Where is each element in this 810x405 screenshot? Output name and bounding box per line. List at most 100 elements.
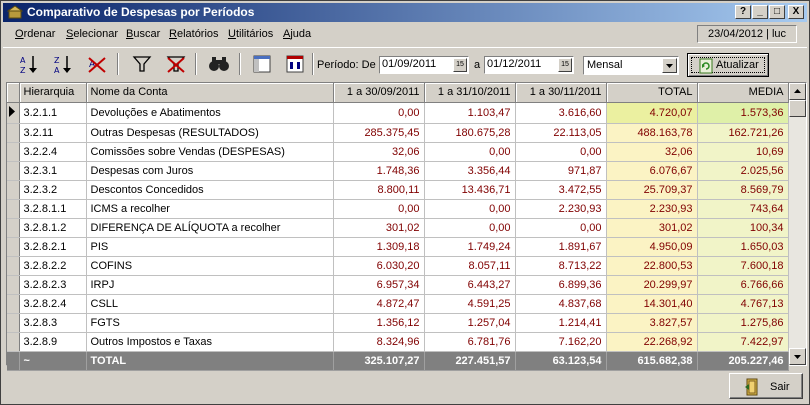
calendar-icon[interactable]: 15 <box>453 58 467 72</box>
exit-button[interactable]: Sair <box>729 373 803 399</box>
refresh-button[interactable]: Atualizar <box>687 53 769 77</box>
cell-hierarquia[interactable]: 3.2.8.1.1 <box>19 199 87 219</box>
cell-media[interactable]: 1.573,36 <box>697 102 789 124</box>
filter-icon[interactable] <box>129 52 155 76</box>
cell-periodo-3[interactable]: 7.162,20 <box>515 332 607 352</box>
table-row[interactable]: 3.2.3.2 Descontos Concedidos 8.800,11 13.43… <box>7 180 789 200</box>
cell-hierarquia[interactable]: 3.2.8.3 <box>19 313 87 333</box>
maximize-button[interactable]: □ <box>769 5 785 19</box>
cell-periodo-1[interactable]: 0,00 <box>333 199 425 219</box>
data-grid[interactable]: Hierarquia Nome da Conta 1 a 30/09/2011 … <box>6 82 807 371</box>
column-header[interactable]: MEDIA <box>697 83 789 103</box>
cell-hierarquia[interactable]: 3.2.8.1.2 <box>19 218 87 238</box>
menu-relatorios[interactable]: Relatórios <box>169 28 219 40</box>
cell-hierarquia[interactable]: 3.2.8.2.1 <box>19 237 87 257</box>
cell-media[interactable]: 4.767,13 <box>697 294 789 314</box>
cell-total[interactable]: 4.950,09 <box>606 237 698 257</box>
cell-periodo-1[interactable]: 301,02 <box>333 218 425 238</box>
menu-ordenar[interactable]: Ordenar <box>15 28 55 40</box>
cell-periodo-3[interactable]: 8.713,22 <box>515 256 607 276</box>
columns-icon[interactable] <box>249 52 275 76</box>
cell-total[interactable]: 14.301,40 <box>606 294 698 314</box>
vertical-scrollbar[interactable] <box>789 83 806 365</box>
cell-periodo-3[interactable]: 2.230,93 <box>515 199 607 219</box>
cell-total[interactable]: 2.230,93 <box>606 199 698 219</box>
period-type-select[interactable]: Mensal <box>583 56 679 75</box>
cell-nome-conta[interactable]: Devoluções e Abatimentos <box>86 102 334 124</box>
cell-nome-conta[interactable]: Descontos Concedidos <box>86 180 334 200</box>
cell-media[interactable]: 7.422,97 <box>697 332 789 352</box>
cell-periodo-3[interactable]: 6.899,36 <box>515 275 607 295</box>
cell-periodo-2[interactable]: 180.675,28 <box>424 123 516 143</box>
cell-periodo-2[interactable]: 0,00 <box>424 142 516 162</box>
cell-periodo-2[interactable]: 1.257,04 <box>424 313 516 333</box>
column-header[interactable]: Nome da Conta <box>86 83 334 103</box>
cell-periodo-1[interactable]: 6.030,20 <box>333 256 425 276</box>
help-button[interactable]: ? <box>735 5 751 19</box>
close-button[interactable]: X <box>788 5 804 19</box>
cell-periodo-3[interactable]: 1.891,67 <box>515 237 607 257</box>
cell-periodo-2[interactable]: 13.436,71 <box>424 180 516 200</box>
cell-hierarquia[interactable]: 3.2.8.2.2 <box>19 256 87 276</box>
sort-descending-icon[interactable]: ZA <box>51 52 77 76</box>
cell-total[interactable]: 301,02 <box>606 218 698 238</box>
cell-media[interactable]: 10,69 <box>697 142 789 162</box>
cell-periodo-1[interactable]: 1.356,12 <box>333 313 425 333</box>
column-header[interactable]: 1 a 31/10/2011 <box>424 83 516 103</box>
cell-periodo-3[interactable]: 0,00 <box>515 218 607 238</box>
cell-periodo-1[interactable]: 8.324,96 <box>333 332 425 352</box>
cell-periodo-1[interactable]: 285.375,45 <box>333 123 425 143</box>
cell-periodo-2[interactable]: 4.591,25 <box>424 294 516 314</box>
cell-periodo-2[interactable]: 8.057,11 <box>424 256 516 276</box>
cell-periodo-2[interactable]: 6.443,27 <box>424 275 516 295</box>
cell-periodo-3[interactable]: 22.113,05 <box>515 123 607 143</box>
cell-total[interactable]: 22.800,53 <box>606 256 698 276</box>
minimize-button[interactable]: _ <box>752 5 768 19</box>
cell-hierarquia[interactable]: 3.2.11 <box>19 123 87 143</box>
cell-periodo-1[interactable]: 8.800,11 <box>333 180 425 200</box>
cell-nome-conta[interactable]: Outras Despesas (RESULTADOS) <box>86 123 334 143</box>
scroll-down-button[interactable] <box>789 348 806 365</box>
cell-nome-conta[interactable]: IRPJ <box>86 275 334 295</box>
cell-media[interactable]: 8.569,79 <box>697 180 789 200</box>
cell-total[interactable]: 3.827,57 <box>606 313 698 333</box>
cell-media[interactable]: 100,34 <box>697 218 789 238</box>
cell-hierarquia[interactable]: 3.2.2.4 <box>19 142 87 162</box>
column-header[interactable]: TOTAL <box>606 83 698 103</box>
cell-nome-conta[interactable]: PIS <box>86 237 334 257</box>
menu-selecionar[interactable]: Selecionar <box>66 28 118 40</box>
cell-periodo-2[interactable]: 1.103,47 <box>424 102 516 124</box>
cell-periodo-2[interactable]: 6.781,76 <box>424 332 516 352</box>
cell-total[interactable]: 488.163,78 <box>606 123 698 143</box>
cell-total[interactable]: 6.076,67 <box>606 161 698 181</box>
cell-periodo-3[interactable]: 4.837,68 <box>515 294 607 314</box>
cell-periodo-3[interactable]: 1.214,41 <box>515 313 607 333</box>
cell-periodo-3[interactable]: 3.616,60 <box>515 102 607 124</box>
menu-ajuda[interactable]: Ajuda <box>283 28 311 40</box>
cell-nome-conta[interactable]: CSLL <box>86 294 334 314</box>
cell-total[interactable]: 20.299,97 <box>606 275 698 295</box>
cell-media[interactable]: 1.275,86 <box>697 313 789 333</box>
cell-total[interactable]: 22.268,92 <box>606 332 698 352</box>
column-header[interactable]: 1 a 30/09/2011 <box>333 83 425 103</box>
cell-media[interactable]: 743,64 <box>697 199 789 219</box>
cell-hierarquia[interactable]: 3.2.3.1 <box>19 161 87 181</box>
table-row[interactable]: 3.2.8.3 FGTS 1.356,12 1.257,04 1.214,41 3.827… <box>7 313 789 333</box>
report-icon[interactable] <box>282 52 308 76</box>
cell-periodo-3[interactable]: 971,87 <box>515 161 607 181</box>
menu-buscar[interactable]: Buscar <box>126 28 160 40</box>
table-row[interactable]: 3.2.2.4 Comissões sobre Vendas (DESPESAS)… <box>7 142 789 162</box>
table-row[interactable]: 3.2.8.2.2 COFINS 6.030,20 8.057,11 8.713,22 2… <box>7 256 789 276</box>
cell-nome-conta[interactable]: ICMS a recolher <box>86 199 334 219</box>
cell-periodo-1[interactable]: 0,00 <box>333 102 425 124</box>
table-row[interactable]: 3.2.3.1 Despesas com Juros 1.748,36 3.356,4… <box>7 161 789 181</box>
cell-hierarquia[interactable]: 3.2.8.2.4 <box>19 294 87 314</box>
cell-media[interactable]: 1.650,03 <box>697 237 789 257</box>
cell-periodo-1[interactable]: 1.309,18 <box>333 237 425 257</box>
table-row[interactable]: 3.2.8.2.4 CSLL 4.872,47 4.591,25 4.837,68 14.… <box>7 294 789 314</box>
cell-media[interactable]: 2.025,56 <box>697 161 789 181</box>
cell-hierarquia[interactable]: 3.2.3.2 <box>19 180 87 200</box>
cell-periodo-2[interactable]: 0,00 <box>424 199 516 219</box>
column-header[interactable]: Hierarquia <box>19 83 87 103</box>
cell-nome-conta[interactable]: Despesas com Juros <box>86 161 334 181</box>
